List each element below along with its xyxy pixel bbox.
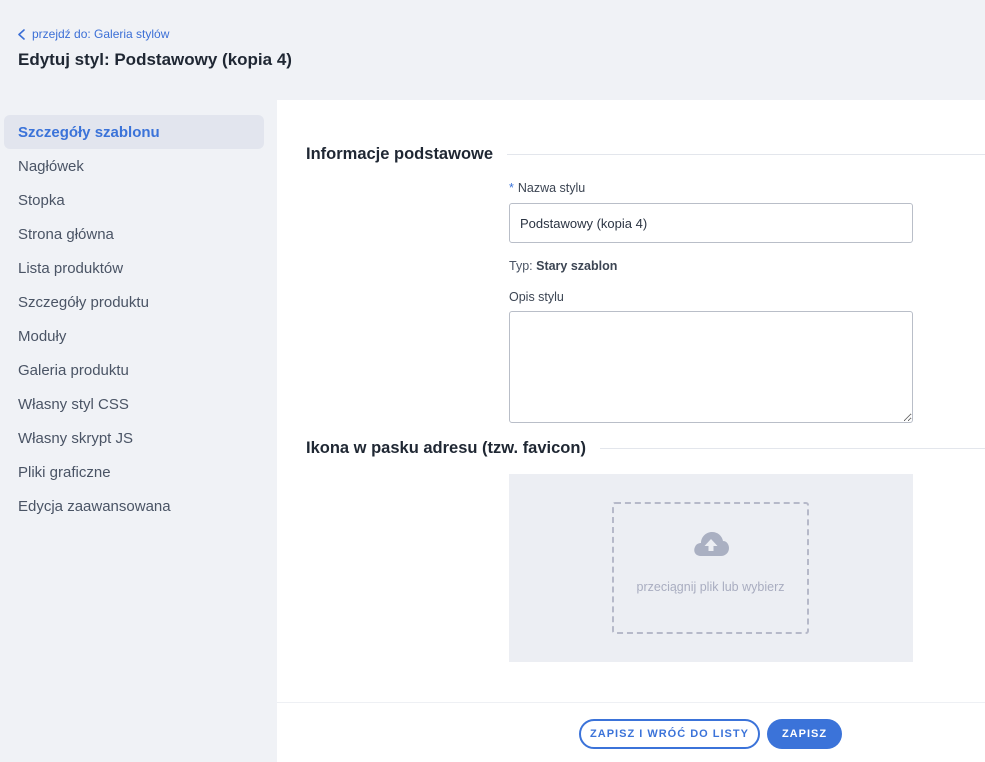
- page-title: Edytuj styl: Podstawowy (kopia 4): [18, 50, 292, 69]
- favicon-upload-area: przeciągnij plik lub wybierz: [509, 474, 913, 662]
- style-description-label: Opis stylu: [509, 290, 564, 304]
- style-description-textarea[interactable]: [509, 311, 913, 423]
- sidebar-item-stopka[interactable]: Stopka: [4, 183, 264, 217]
- sidebar-item-wlasny-skrypt-js[interactable]: Własny skrypt JS: [4, 421, 264, 455]
- sidebar-item-moduly[interactable]: Moduły: [4, 319, 264, 353]
- style-name-label-text: Nazwa stylu: [517, 181, 586, 195]
- template-type: Typ: Stary szablon: [509, 259, 617, 273]
- page-header: przejdź do: Galeria stylów Edytuj styl: …: [0, 0, 985, 100]
- save-button[interactable]: ZAPISZ: [767, 719, 842, 749]
- template-type-prefix: Typ:: [509, 259, 533, 273]
- upload-hint-text: przeciągnij plik lub wybierz: [636, 580, 785, 594]
- sidebar-item-pliki-graficzne[interactable]: Pliki graficzne: [4, 455, 264, 489]
- main-content: Informacje podstawowe *Nazwa stylu Typ: …: [277, 100, 985, 762]
- sidebar-item-wlasny-styl-css[interactable]: Własny styl CSS: [4, 387, 264, 421]
- section-basic-info: Informacje podstawowe: [306, 145, 985, 164]
- divider: [599, 448, 985, 449]
- sidebar-item-lista-produktow[interactable]: Lista produktów: [4, 251, 264, 285]
- sidebar-item-szczegoly-produktu[interactable]: Szczegóły produktu: [4, 285, 264, 319]
- divider: [507, 154, 985, 155]
- sidebar-item-galeria-produktu[interactable]: Galeria produktu: [4, 353, 264, 387]
- sidebar-item-edycja-zaawansowana[interactable]: Edycja zaawansowana: [4, 489, 264, 523]
- favicon-drop-zone[interactable]: przeciągnij plik lub wybierz: [612, 502, 809, 634]
- required-marker: *: [509, 181, 514, 195]
- section-basic-info-title: Informacje podstawowe: [306, 145, 494, 163]
- sidebar-item-strona-glowna[interactable]: Strona główna: [4, 217, 264, 251]
- template-type-value: Stary szablon: [536, 259, 618, 273]
- sidebar-item-szczegoly-szablonu[interactable]: Szczegóły szablonu: [4, 115, 264, 149]
- back-link-label: przejdź do: Galeria stylów: [32, 27, 170, 41]
- section-favicon: Ikona w pasku adresu (tzw. favicon): [306, 439, 985, 458]
- action-bar: ZAPISZ I WRÓĆ DO LISTY ZAPISZ: [277, 702, 985, 762]
- sidebar: Szczegóły szablonu Nagłówek Stopka Stron…: [0, 100, 277, 762]
- style-name-input[interactable]: [509, 203, 913, 243]
- sidebar-item-naglowek[interactable]: Nagłówek: [4, 149, 264, 183]
- section-favicon-title: Ikona w pasku adresu (tzw. favicon): [306, 439, 586, 457]
- chevron-left-icon: [18, 28, 25, 40]
- save-and-return-button[interactable]: ZAPISZ I WRÓĆ DO LISTY: [579, 719, 760, 749]
- style-name-label: * Nazwa stylu: [509, 181, 585, 195]
- cloud-upload-icon: [693, 532, 729, 556]
- back-to-gallery-link[interactable]: przejdź do: Galeria stylów: [17, 27, 169, 41]
